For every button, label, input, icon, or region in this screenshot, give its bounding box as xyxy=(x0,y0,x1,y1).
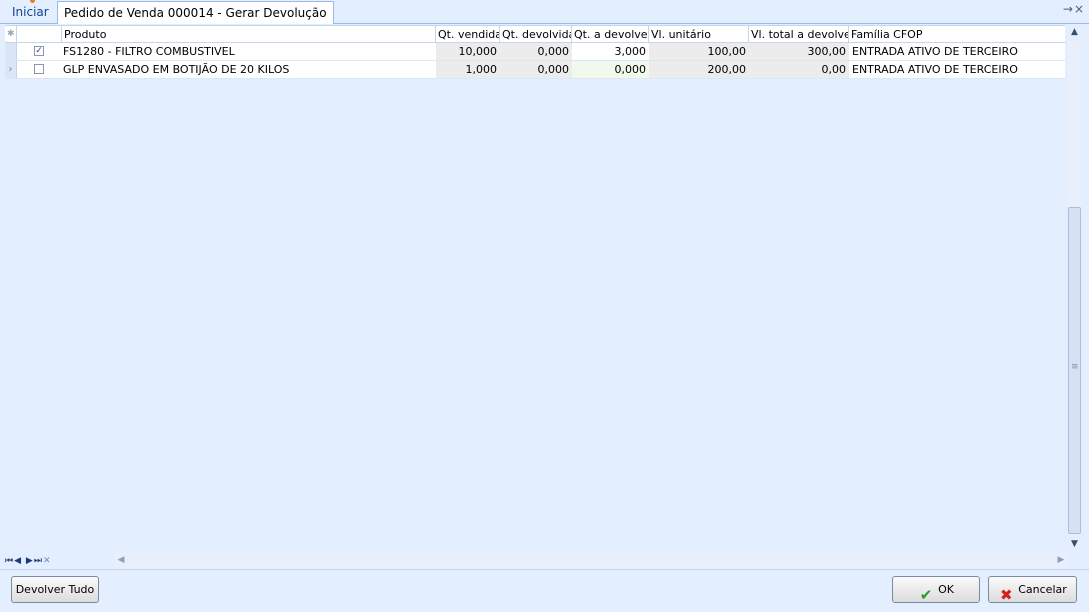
header-vl-unitario[interactable]: Vl. unitário xyxy=(649,26,749,43)
cell-vl-unitario[interactable]: 200,00 xyxy=(649,61,749,78)
cell-vl-unitario[interactable]: 100,00 xyxy=(649,43,749,60)
scroll-thumb[interactable]: ≡ xyxy=(1068,207,1081,534)
cell-qt-devolvida[interactable]: 0,000 xyxy=(500,61,572,78)
header-vl-total[interactable]: Vl. total a devolver xyxy=(749,26,849,43)
cell-produto[interactable]: GLP ENVASADO EM BOTIJÃO DE 20 KILOS xyxy=(60,61,436,78)
ok-button[interactable]: ✔ OK xyxy=(892,576,980,604)
window-controls: →× xyxy=(1063,2,1085,16)
cell-vl-total[interactable]: 300,00 xyxy=(749,43,849,60)
header-familia-cfop[interactable]: Família CFOP xyxy=(849,26,1065,43)
cancelar-label: Cancelar xyxy=(1018,583,1067,596)
cell-vl-total[interactable]: 0,00 xyxy=(749,61,849,78)
tab-iniciar[interactable]: Iniciar xyxy=(6,1,55,23)
footer-bar: Devolver Tudo ✔ OK ✖ Cancelar xyxy=(0,569,1089,612)
header-qt-a-devolver[interactable]: Qt. a devolver xyxy=(572,26,649,43)
row-indicator xyxy=(5,43,17,60)
cancel-icon[interactable]: ✕ xyxy=(43,556,52,566)
close-icon[interactable]: × xyxy=(1074,2,1085,16)
cancelar-button[interactable]: ✖ Cancelar xyxy=(988,576,1077,604)
scroll-right-icon[interactable]: ▶ xyxy=(1055,553,1067,568)
tab-pedido-devolucao[interactable]: Pedido de Venda 000014 - Gerar Devolução xyxy=(57,1,334,24)
scroll-down-icon[interactable]: ▼ xyxy=(1067,537,1082,551)
header-select[interactable] xyxy=(17,26,62,43)
scroll-left-icon[interactable]: ◀ xyxy=(115,553,127,568)
current-row-indicator: › xyxy=(5,61,17,78)
ok-label: OK xyxy=(938,583,954,596)
cell-qt-devolvida[interactable]: 0,000 xyxy=(500,43,572,60)
items-grid: ✱ Produto Qt. vendida Qt. devolvida Qt. … xyxy=(5,25,1065,555)
header-produto[interactable]: Produto xyxy=(62,26,436,43)
devolver-tudo-label: Devolver Tudo xyxy=(15,583,95,596)
cancel-x-icon: ✖ xyxy=(999,586,1013,604)
cell-qt-vendida[interactable]: 10,000 xyxy=(436,43,500,60)
table-row[interactable]: ✓ FS1280 - FILTRO COMBUSTIVEL 10,000 0,0… xyxy=(5,43,1065,61)
prev-icon[interactable]: ◀ xyxy=(14,556,22,566)
cell-qt-a-devolver[interactable]: 3,000 xyxy=(572,43,649,60)
new-row-icon[interactable]: ✱ xyxy=(5,26,17,43)
header-qt-devolvida[interactable]: Qt. devolvida xyxy=(500,26,572,43)
row-checkbox[interactable]: ✓ xyxy=(34,46,44,56)
last-icon[interactable]: ⏭ xyxy=(34,556,43,566)
header-qt-vendida[interactable]: Qt. vendida xyxy=(436,26,500,43)
devolver-tudo-button[interactable]: Devolver Tudo xyxy=(11,576,99,603)
scroll-up-icon[interactable]: ▲ xyxy=(1067,25,1082,39)
table-row[interactable]: › GLP ENVASADO EM BOTIJÃO DE 20 KILOS 1,… xyxy=(5,61,1065,79)
cell-produto[interactable]: FS1280 - FILTRO COMBUSTIVEL xyxy=(60,43,436,60)
record-navigator: ⏮◀ ▶⏭✕ xyxy=(5,554,115,568)
cell-familia-cfop[interactable]: ENTRADA ATIVO DE TERCEIRO xyxy=(849,61,1065,78)
cell-qt-vendida[interactable]: 1,000 xyxy=(436,61,500,78)
scroll-grip-icon: ≡ xyxy=(1071,362,1079,372)
next-icon[interactable]: ▶ xyxy=(26,556,34,566)
first-icon[interactable]: ⏮ xyxy=(5,556,14,566)
pin-icon[interactable]: → xyxy=(1063,2,1074,16)
grid-header: ✱ Produto Qt. vendida Qt. devolvida Qt. … xyxy=(5,25,1065,43)
horizontal-scrollbar[interactable]: ◀ ▶ xyxy=(115,553,1067,568)
tab-bar: Iniciar Pedido de Venda 000014 - Gerar D… xyxy=(0,0,1089,24)
vertical-scrollbar[interactable]: ▲ ≡ ▼ xyxy=(1067,25,1082,552)
row-checkbox[interactable] xyxy=(34,64,44,74)
cell-familia-cfop[interactable]: ENTRADA ATIVO DE TERCEIRO xyxy=(849,43,1065,60)
check-icon: ✔ xyxy=(919,586,933,604)
cell-qt-a-devolver[interactable]: 0,000 xyxy=(572,61,649,78)
